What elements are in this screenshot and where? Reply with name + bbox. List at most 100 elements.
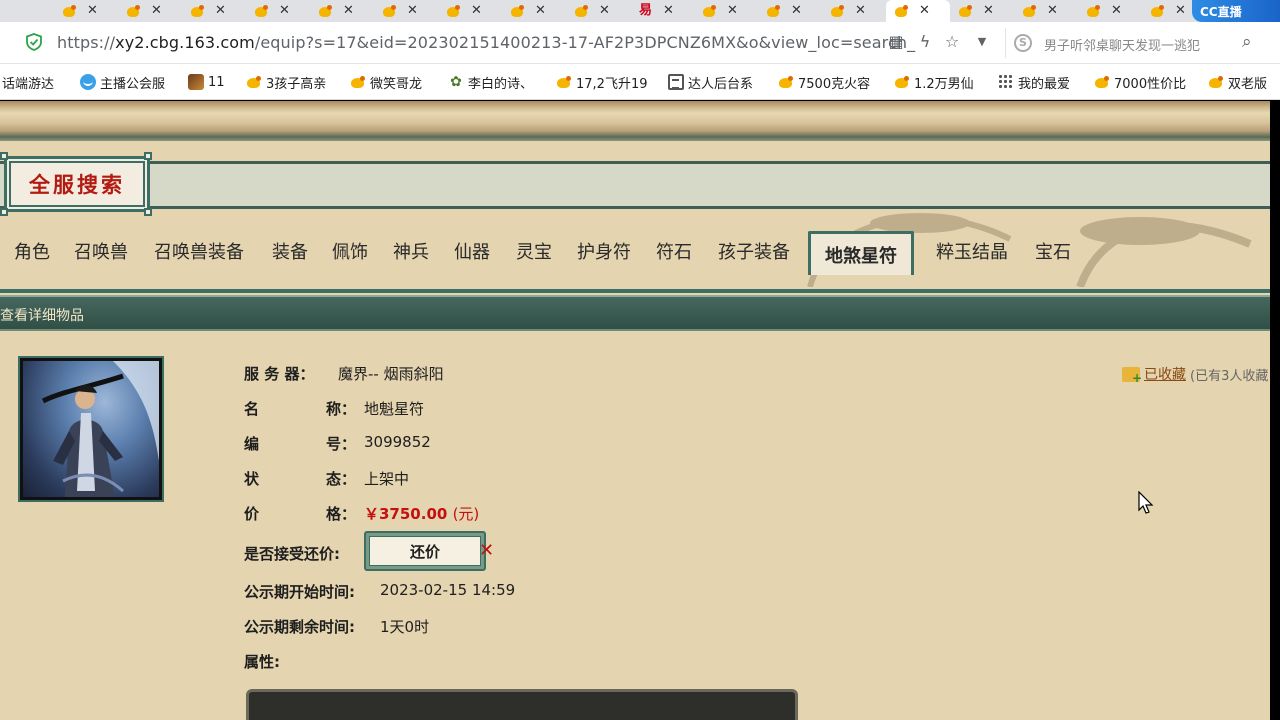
url-field[interactable]: https://xy2.cbg.163.com/equip?s=17&eid=2…: [57, 33, 915, 52]
browser-search-box[interactable]: S 男子听邻桌聊天发现一逃犯 ⌕: [1005, 28, 1275, 58]
bookmark-item[interactable]: 达人后台系: [668, 73, 753, 92]
bookmark-item[interactable]: 微笑哥龙: [350, 73, 422, 92]
bookmark-item[interactable]: 11: [188, 73, 225, 91]
browser-tab[interactable]: ✕: [54, 0, 118, 22]
tab-favicon-icon: [958, 4, 973, 18]
browser-tab[interactable]: ✕: [758, 0, 822, 22]
tab-close-icon[interactable]: ✕: [663, 0, 674, 22]
bookmark-item[interactable]: 7000性价比: [1094, 73, 1186, 92]
tab-close-icon[interactable]: ✕: [87, 0, 98, 22]
browser-tab[interactable]: ✕: [246, 0, 310, 22]
favorite-link[interactable]: 已收藏 (已有3人收藏: [1122, 364, 1268, 385]
tab-close-icon[interactable]: ✕: [1047, 0, 1058, 22]
category-tab[interactable]: 符石: [656, 238, 692, 264]
info-row-haggle: 是否接受还价:: [244, 543, 340, 564]
bookmark-item[interactable]: 3孩子高亲: [246, 73, 326, 92]
tab-close-icon[interactable]: ✕: [855, 0, 866, 22]
tab-close-icon[interactable]: ✕: [1175, 0, 1186, 22]
tab-close-icon[interactable]: ✕: [791, 0, 802, 22]
browser-tab[interactable]: ✕: [438, 0, 502, 22]
category-tab[interactable]: 宝石: [1035, 238, 1071, 264]
category-tab[interactable]: 角色: [14, 238, 50, 264]
lightning-icon[interactable]: ϟ: [916, 33, 934, 51]
chevron-down-icon[interactable]: ▼: [973, 33, 991, 51]
category-tab[interactable]: 护身符: [577, 238, 631, 264]
tab-close-icon[interactable]: ✕: [919, 0, 930, 22]
category-tab[interactable]: 地煞星符: [808, 231, 914, 275]
browser-tab[interactable]: ✕: [310, 0, 374, 22]
category-tab[interactable]: 仙器: [454, 238, 490, 264]
qr-code-icon[interactable]: ▦: [887, 33, 905, 51]
category-tab[interactable]: 神兵: [393, 238, 429, 264]
tab-close-icon[interactable]: ✕: [727, 0, 738, 22]
search-icon[interactable]: ⌕: [1242, 32, 1252, 52]
category-tab[interactable]: 装备: [272, 238, 308, 264]
tab-close-icon[interactable]: ✕: [1111, 0, 1122, 22]
tab-close-icon[interactable]: ✕: [407, 0, 418, 22]
publicity-start-label: 公示期开始时间:: [244, 583, 355, 601]
decorative-wood-frame: [0, 101, 1270, 141]
tab-close-icon[interactable]: ✕: [983, 0, 994, 22]
tab-close-icon[interactable]: ✕: [535, 0, 546, 22]
category-tab[interactable]: 灵宝: [516, 238, 552, 264]
tab-close-icon[interactable]: ✕: [279, 0, 290, 22]
attributes-label: 属性:: [244, 653, 280, 671]
grid-icon: [998, 74, 1014, 90]
bookmark-item[interactable]: 17,2飞升19: [556, 73, 648, 92]
browser-tab[interactable]: ✕: [182, 0, 246, 22]
category-tab[interactable]: 召唤兽: [74, 238, 128, 264]
browser-tab[interactable]: ✕: [694, 0, 758, 22]
browser-tab[interactable]: ✕: [1078, 0, 1142, 22]
bookmark-item[interactable]: 1.2万男仙: [894, 73, 974, 92]
browser-tab[interactable]: ✕: [374, 0, 438, 22]
global-search-title[interactable]: 全服搜索: [4, 156, 150, 212]
url-path: /equip?s=17&eid=202302151400213-17-AF2P3…: [254, 33, 916, 52]
category-tab[interactable]: 召唤兽装备: [154, 238, 244, 264]
favorite-link-text[interactable]: 已收藏: [1144, 364, 1186, 384]
tab-close-icon[interactable]: ✕: [599, 0, 610, 22]
info-row-publicity-remain: 公示期剩余时间: 1天0时: [244, 616, 429, 637]
favorite-folder-icon: [1122, 366, 1142, 385]
browser-tab[interactable]: 易 ✕: [630, 0, 694, 22]
bookmark-star-icon[interactable]: ☆: [943, 33, 961, 51]
browser-tab[interactable]: ✕: [118, 0, 182, 22]
doc-icon: [668, 74, 684, 90]
info-row-publicity-start: 公示期开始时间: 2023-02-15 14:59: [244, 581, 515, 602]
category-tab[interactable]: 粹玉结晶: [936, 238, 1008, 264]
server-label: 服 务 器：: [244, 365, 315, 383]
price-value: ￥3750.00 (元): [364, 503, 479, 524]
bookmark-item[interactable]: 话端游达: [2, 73, 54, 92]
item-portrait[interactable]: [18, 356, 164, 502]
tab-favicon-icon: [62, 4, 77, 18]
info-row-status: 状 态： 上架中: [244, 468, 409, 489]
search-placeholder: 男子听邻桌聊天发现一逃犯: [1044, 39, 1201, 54]
tab-close-icon[interactable]: ✕: [471, 0, 482, 22]
category-tab[interactable]: 孩子装备: [718, 238, 790, 264]
price-label-a: 价: [244, 505, 260, 523]
tab-close-icon[interactable]: ✕: [343, 0, 354, 22]
browser-tab[interactable]: ✕: [566, 0, 630, 22]
browser-tab[interactable]: ✕: [886, 0, 950, 22]
red-mark-icon: ✕: [479, 540, 495, 561]
id-label-b: 号：: [326, 435, 357, 453]
haggle-button[interactable]: 还价: [364, 531, 486, 571]
bookmark-item[interactable]: ✿ 李白的诗、: [448, 73, 533, 92]
corner-ornament: [0, 208, 8, 216]
url-prefix: https://: [57, 33, 116, 52]
tab-favicon-icon: [702, 4, 717, 18]
browser-tab[interactable]: ✕: [502, 0, 566, 22]
tab-favicon-icon: [830, 4, 845, 18]
tab-close-icon[interactable]: ✕: [151, 0, 162, 22]
bookmark-item[interactable]: 主播公会服: [80, 73, 165, 92]
chick-icon: [778, 74, 794, 90]
browser-tab[interactable]: ✕: [950, 0, 1014, 22]
browser-tab[interactable]: ✕: [1014, 0, 1078, 22]
bookmark-item[interactable]: 双老版: [1208, 73, 1267, 92]
bookmark-item[interactable]: 我的最爱: [998, 73, 1070, 92]
tab-favicon-icon: [254, 4, 269, 18]
secure-shield-icon[interactable]: [26, 33, 42, 51]
bookmark-item[interactable]: 7500克火容: [778, 73, 870, 92]
category-tab[interactable]: 佩饰: [332, 238, 368, 264]
browser-tab[interactable]: ✕: [822, 0, 886, 22]
tab-close-icon[interactable]: ✕: [215, 0, 226, 22]
